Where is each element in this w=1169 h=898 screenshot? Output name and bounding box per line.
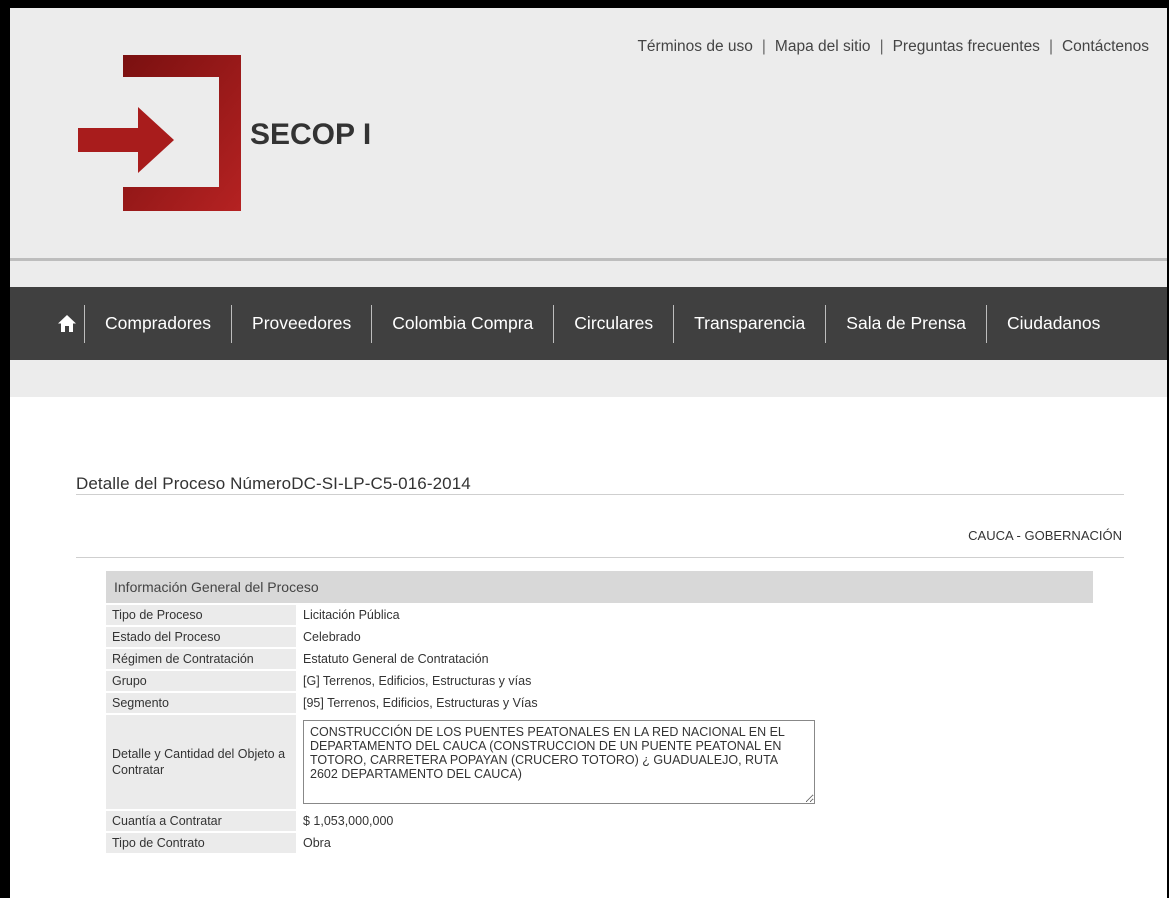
nav-ciudadanos[interactable]: Ciudadanos bbox=[987, 313, 1120, 334]
nav-proveedores[interactable]: Proveedores bbox=[232, 313, 371, 334]
table-row: Estado del Proceso Celebrado bbox=[106, 627, 1093, 647]
process-info-table: Tipo de Proceso Licitación Pública Estad… bbox=[106, 605, 1093, 855]
sitemap-link[interactable]: Mapa del sitio bbox=[775, 38, 871, 55]
row-value: CONSTRUCCIÓN DE LOS PUENTES PEATONALES E… bbox=[296, 715, 1093, 809]
nav-transparencia[interactable]: Transparencia bbox=[674, 313, 825, 334]
top-links: Términos de uso | Mapa del sitio | Preguntas… bbox=[637, 38, 1149, 56]
row-value: Estatuto General de Contratación bbox=[303, 652, 489, 666]
page: Términos de uso | Mapa del sitio | Preguntas… bbox=[10, 8, 1167, 898]
row-label: Tipo de Proceso bbox=[106, 605, 296, 625]
row-value: Licitación Pública bbox=[303, 608, 400, 622]
row-label: Grupo bbox=[106, 671, 296, 691]
table-row: Segmento [95] Terrenos, Edificios, Estru… bbox=[106, 693, 1093, 713]
header-spacer bbox=[10, 262, 1167, 287]
table-row: Tipo de Contrato Obra bbox=[106, 833, 1093, 853]
secop-logo-icon[interactable] bbox=[78, 55, 248, 215]
faq-link[interactable]: Preguntas frecuentes bbox=[893, 38, 1040, 55]
nav-circulares[interactable]: Circulares bbox=[554, 313, 673, 334]
nav-compradores[interactable]: Compradores bbox=[85, 313, 231, 334]
link-separator: | bbox=[879, 38, 884, 55]
entity-divider bbox=[76, 557, 1124, 558]
table-row-detail: Detalle y Cantidad del Objeto a Contrata… bbox=[106, 715, 1093, 809]
row-label: Régimen de Contratación bbox=[106, 649, 296, 669]
link-separator: | bbox=[1048, 38, 1053, 55]
table-row: Grupo [G] Terrenos, Edificios, Estructur… bbox=[106, 671, 1093, 691]
brand-name: SECOP I bbox=[250, 118, 372, 151]
detail-textarea[interactable]: CONSTRUCCIÓN DE LOS PUENTES PEATONALES E… bbox=[303, 720, 815, 804]
main-nav: Compradores Proveedores Colombia Compra … bbox=[10, 287, 1167, 360]
terms-link[interactable]: Términos de uso bbox=[637, 38, 752, 55]
row-label: Segmento bbox=[106, 693, 296, 713]
table-row: Tipo de Proceso Licitación Pública bbox=[106, 605, 1093, 625]
row-value: Celebrado bbox=[303, 630, 361, 644]
home-icon bbox=[58, 315, 76, 332]
nav-spacer bbox=[10, 360, 1167, 397]
row-value: [G] Terrenos, Edificios, Estructuras y v… bbox=[303, 674, 532, 688]
contact-link[interactable]: Contáctenos bbox=[1062, 38, 1149, 55]
nav-sala-de-prensa[interactable]: Sala de Prensa bbox=[826, 313, 986, 334]
title-divider bbox=[76, 494, 1124, 495]
table-row: Cuantía a Contratar $ 1,053,000,000 bbox=[106, 811, 1093, 831]
row-label: Cuantía a Contratar bbox=[106, 811, 296, 831]
home-button[interactable] bbox=[50, 315, 84, 332]
table-row: Régimen de Contratación Estatuto General… bbox=[106, 649, 1093, 669]
row-label: Detalle y Cantidad del Objeto a Contrata… bbox=[106, 715, 296, 809]
header-divider bbox=[10, 258, 1167, 261]
row-label: Estado del Proceso bbox=[106, 627, 296, 647]
row-value: [95] Terrenos, Edificios, Estructuras y … bbox=[303, 696, 538, 710]
row-value: $ 1,053,000,000 bbox=[303, 814, 394, 828]
page-title: Detalle del Proceso NúmeroDC-SI-LP-C5-01… bbox=[76, 474, 471, 493]
entity-name: CAUCA - GOBERNACIÓN bbox=[968, 528, 1122, 543]
nav-colombia-compra[interactable]: Colombia Compra bbox=[372, 313, 553, 334]
row-value: Obra bbox=[303, 836, 331, 850]
link-separator: | bbox=[761, 38, 766, 55]
row-label: Tipo de Contrato bbox=[106, 833, 296, 853]
site-header: Términos de uso | Mapa del sitio | Preguntas… bbox=[10, 8, 1167, 262]
section-header: Información General del Proceso bbox=[106, 571, 1093, 603]
